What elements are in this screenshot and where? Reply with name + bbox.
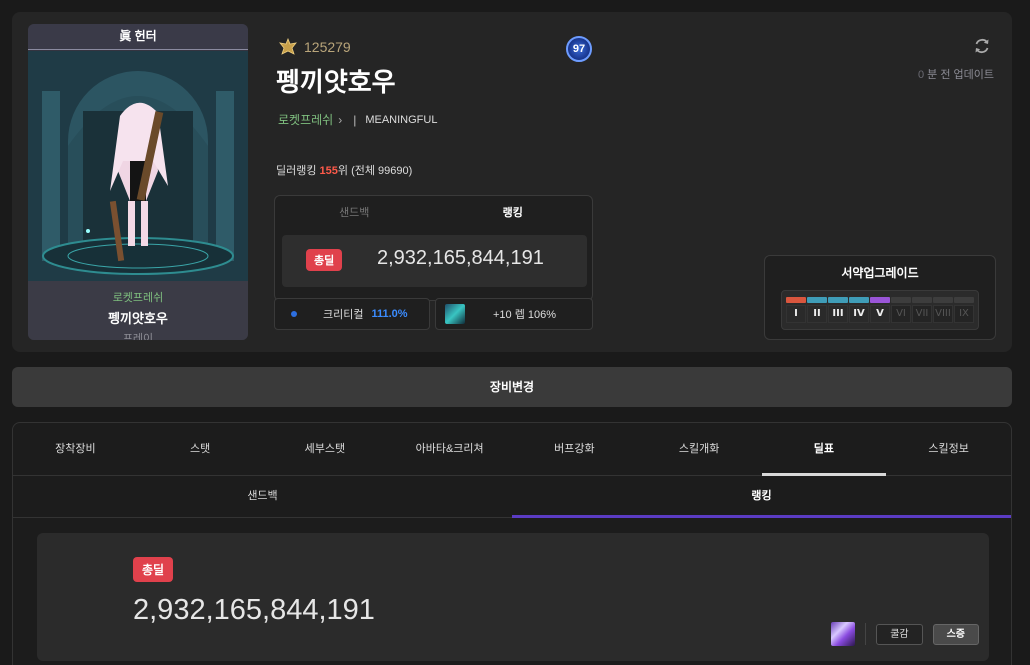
equipment-change-button[interactable]: 장비변경 — [12, 367, 1012, 407]
damage-detail-panel: 총딜 2,932,165,844,191 쿨감 스증 — [37, 533, 989, 661]
buff-skill-icon[interactable] — [831, 622, 856, 646]
oath-upgrade-level: III — [828, 297, 848, 323]
damage-value-box: 총딜 2,932,165,844,191 — [282, 235, 587, 287]
update-time: 0 분 전 업데이트 — [918, 66, 994, 82]
dealer-ranking: 딜러랭킹 155위 (전체 99690) — [276, 162, 412, 178]
card-server: 프레이 — [122, 333, 154, 340]
chevron-right-icon[interactable]: › — [338, 113, 342, 127]
total-damage-badge: 총딜 — [133, 557, 174, 582]
sub-tab-bar: 샌드백 랭킹 — [13, 476, 1011, 518]
crit-label: 크리티컬 — [323, 309, 364, 321]
crit-value: 111.0% — [371, 308, 408, 320]
card-title: 眞 헌터 — [28, 24, 248, 50]
damage-tab-sandbag[interactable]: 샌드백 — [275, 196, 434, 234]
oath-upgrade-label: VII — [912, 305, 932, 323]
oath-upgrade-bar — [954, 297, 974, 303]
total-damage-badge: 총딜 — [306, 249, 343, 271]
guild-row: 로켓프레쉬 › | MEANINGFUL — [278, 111, 437, 128]
card-info: 로켓프레쉬 펭끼얏호우 프레이 — [28, 281, 248, 340]
oath-upgrade-bar — [849, 297, 869, 303]
character-profile: 眞 헌터 로켓프레쉬 펭끼얏호우 프레이 125279 97 펭끼얏호우 로켓프… — [12, 12, 1012, 352]
main-tab[interactable]: 스킬정보 — [886, 423, 1011, 475]
oath-upgrade-level: II — [807, 297, 827, 323]
oath-upgrade-panel: 서약업그레이드 I II III IV V VI VII VIII IX — [764, 255, 996, 340]
skill-level-stat: +10 렙 106% — [435, 298, 593, 330]
oath-upgrade-level: VI — [891, 297, 911, 323]
level-badge: 97 — [566, 36, 592, 62]
oath-upgrade-label: VIII — [933, 305, 953, 323]
oath-upgrade-track: I II III IV V VI VII VIII IX — [781, 290, 979, 330]
divider — [865, 623, 867, 645]
oath-upgrade-bar — [828, 297, 848, 303]
character-name: 펭끼얏호우 — [276, 67, 396, 97]
oath-upgrade-level: IX — [954, 297, 974, 323]
ranking-prefix: 딜러랭킹 — [276, 165, 320, 177]
fame-row: 125279 — [278, 38, 351, 56]
main-tab[interactable]: 아바타&크리쳐 — [387, 423, 512, 475]
card-character-name: 펭끼얏호우 — [108, 311, 168, 326]
fame-value: 125279 — [304, 39, 351, 55]
oath-upgrade-label: III — [828, 305, 848, 323]
update-text: 분 전 업데이트 — [924, 69, 994, 81]
main-tab-bar: 장착장비 스탯 세부스탯 아바타&크리쳐 버프강화 스킬개화 딜표 스킬정보 — [13, 423, 1011, 476]
card-guild: 로켓프레쉬 — [112, 292, 164, 304]
main-tab[interactable]: 스탯 — [138, 423, 263, 475]
total-damage-value: 2,932,165,844,191 — [133, 594, 375, 626]
guild-link[interactable]: 로켓프레쉬 — [278, 111, 333, 128]
refresh-icon[interactable] — [972, 36, 992, 56]
oath-upgrade-label: IV — [849, 305, 869, 323]
character-card[interactable]: 眞 헌터 로켓프레쉬 펭끼얏호우 프레이 — [28, 24, 248, 340]
damage-tabs: 샌드백 랭킹 — [275, 196, 592, 234]
main-tab[interactable]: 딜표 — [761, 423, 887, 476]
oath-upgrade-label: V — [870, 305, 890, 323]
main-tab[interactable]: 장착장비 — [13, 423, 138, 475]
oath-upgrade-level: I — [786, 297, 806, 323]
detail-section: 장착장비 스탯 세부스탯 아바타&크리쳐 버프강화 스킬개화 딜표 스킬정보 샌드백 랭킹 총딜… — [12, 422, 1012, 665]
oath-upgrade-label: II — [807, 305, 827, 323]
oath-upgrade-bar — [786, 297, 806, 303]
crit-dot-icon — [291, 311, 297, 317]
damage-tab-ranking[interactable]: 랭킹 — [434, 196, 593, 234]
cooldown-toggle-button[interactable]: 쿨감 — [876, 623, 923, 645]
skill-damage-toggle-button[interactable]: 스증 — [932, 623, 979, 645]
oath-upgrade-level: IV — [849, 297, 869, 323]
oath-upgrade-bar — [912, 297, 932, 303]
oath-upgrade-label: IX — [954, 305, 974, 323]
ranking-suffix: 위 (전체 99690) — [337, 165, 413, 177]
oath-upgrade-bar — [807, 297, 827, 303]
oath-upgrade-label: VI — [891, 305, 911, 323]
total-damage-value: 2,932,165,844,191 — [377, 247, 544, 269]
oath-upgrade-label: I — [786, 305, 806, 323]
crit-stat: 크리티컬 111.0% — [274, 298, 430, 330]
main-tab[interactable]: 버프강화 — [512, 423, 637, 475]
sub-tab[interactable]: 랭킹 — [512, 476, 1011, 518]
skill-level-text: +10 렙 106% — [493, 309, 557, 321]
divider: | — [353, 112, 357, 127]
character-illustration — [28, 51, 248, 281]
ranking-rank: 155 — [319, 165, 338, 177]
fame-icon — [279, 38, 297, 55]
adventure-name: MEANINGFUL — [365, 113, 438, 126]
damage-panel-controls: 쿨감 스증 — [831, 622, 979, 646]
oath-upgrade-title: 서약업그레이드 — [841, 266, 919, 280]
oath-upgrade-level: VIII — [933, 297, 953, 323]
character-art-image — [28, 51, 248, 281]
oath-upgrade-level: VII — [912, 297, 932, 323]
skill-icon — [445, 304, 465, 324]
main-tab[interactable]: 세부스탯 — [263, 423, 388, 475]
sub-tab[interactable]: 샌드백 — [13, 476, 512, 517]
main-tab[interactable]: 스킬개화 — [637, 423, 762, 475]
oath-upgrade-bar — [933, 297, 953, 303]
oath-upgrade-level: V — [870, 297, 890, 323]
damage-summary-panel: 샌드백 랭킹 총딜 2,932,165,844,191 — [274, 195, 593, 301]
oath-upgrade-bar — [870, 297, 890, 303]
oath-upgrade-bar — [891, 297, 911, 303]
